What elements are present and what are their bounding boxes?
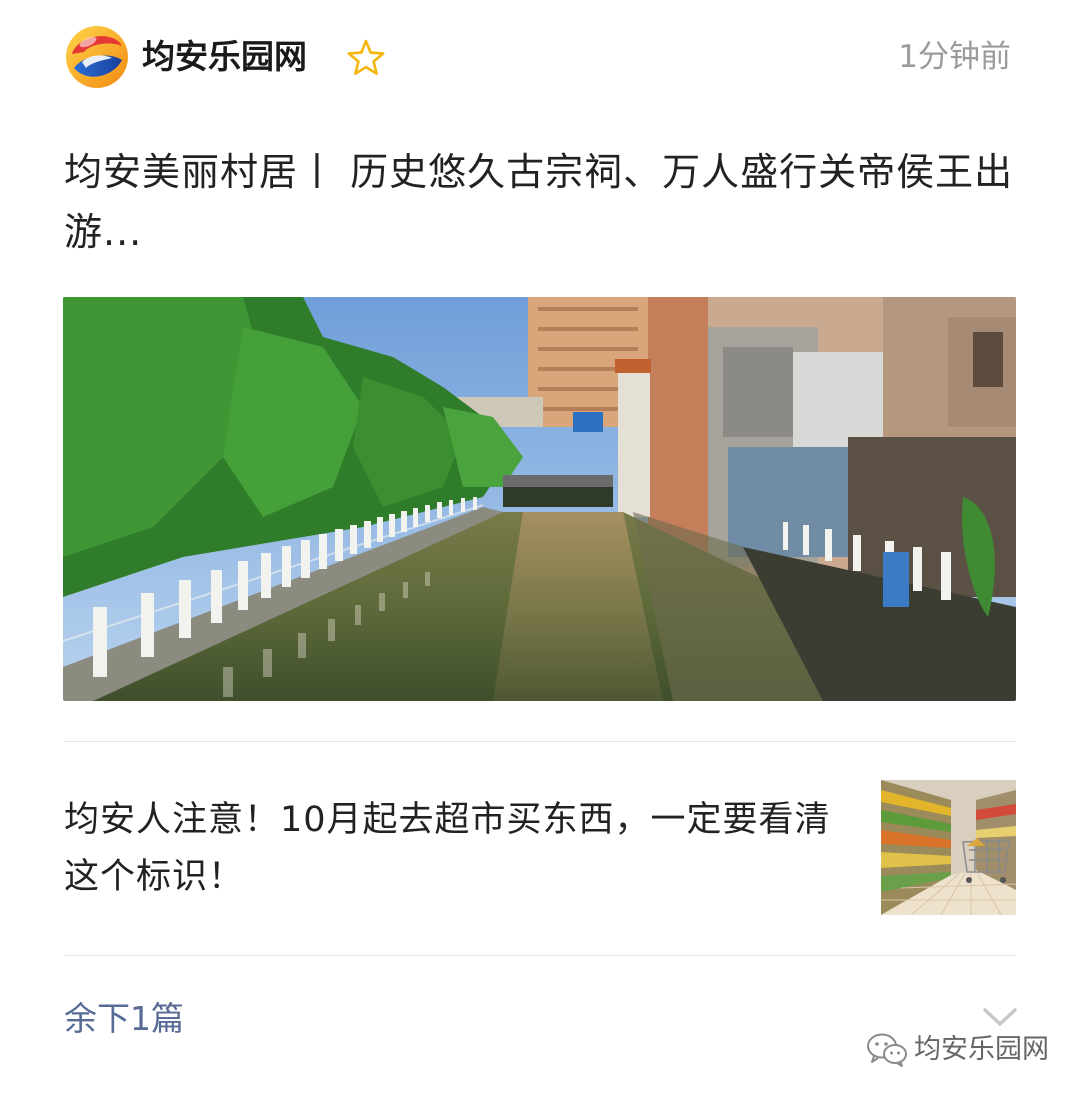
wechat-icon [866,1032,908,1068]
divider [64,955,1016,956]
watermark-text: 均安乐园网 [914,1034,1049,1065]
account-name[interactable]: 均安乐园网 [142,32,307,82]
article-title[interactable]: 均安人注意！10月起去超市买东西，一定要看清这个标识！ [64,792,834,906]
chevron-down-icon[interactable] [981,1004,1019,1030]
account-logo-icon[interactable] [64,24,130,90]
divider [64,741,1016,742]
publish-time: 1分钟前 [898,39,1011,75]
lead-article-image[interactable] [63,297,1016,701]
article-thumbnail[interactable] [881,780,1016,915]
lead-article-title[interactable]: 均安美丽村居丨 历史悠久古宗祠、万人盛行关帝侯王出游... [64,142,1019,262]
remaining-articles-link[interactable]: 余下1篇 [64,994,184,1044]
star-outline-icon[interactable] [346,38,386,78]
